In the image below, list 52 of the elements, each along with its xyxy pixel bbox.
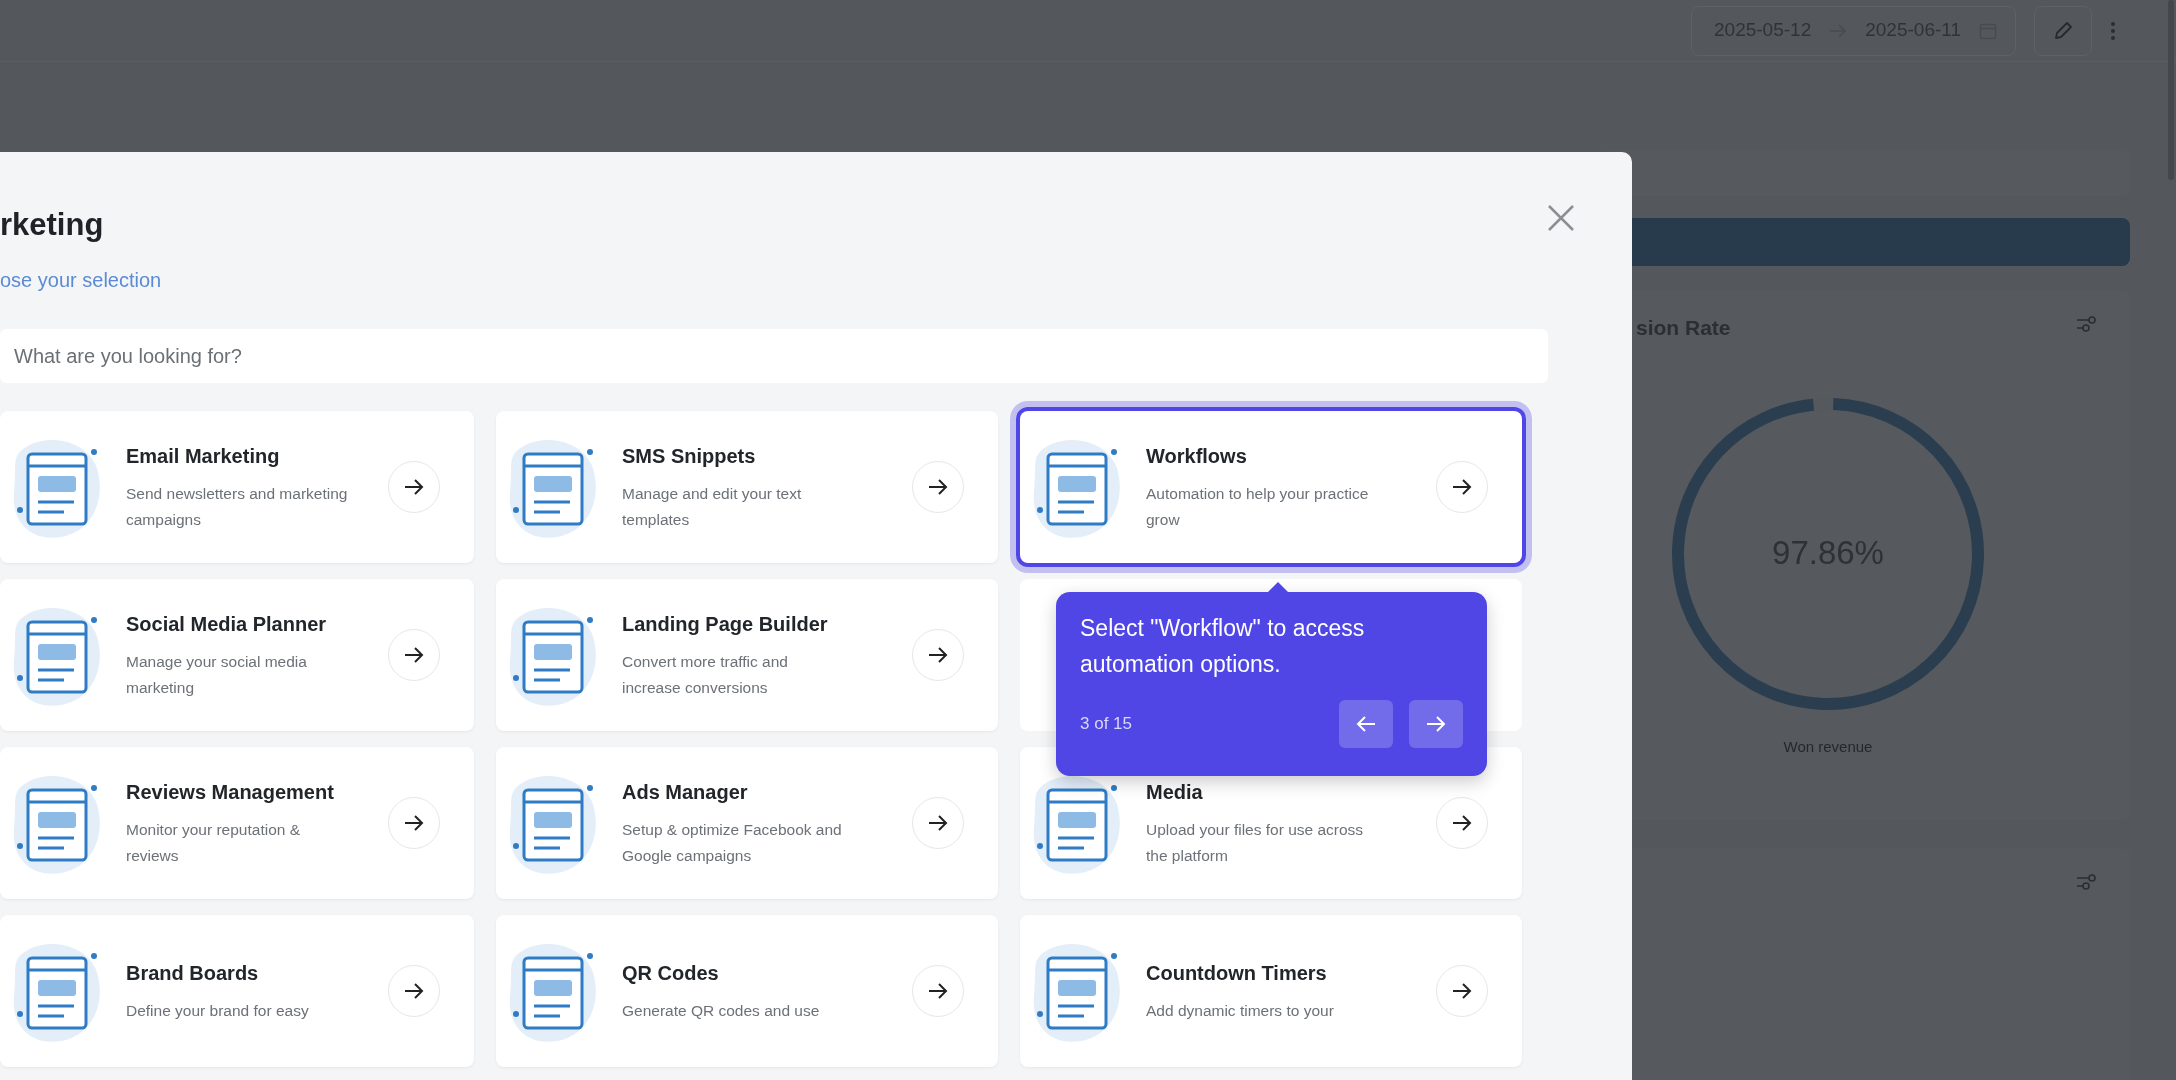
card-title: Countdown Timers (1146, 961, 1328, 987)
option-card[interactable]: Landing Page Builder Convert more traffic and increase conversions (496, 579, 998, 732)
card-title: Workflows (1146, 444, 1248, 470)
arrow-right-icon (928, 646, 948, 665)
option-card[interactable]: SMS Snippets Manage and edit your text templates (496, 411, 998, 564)
card-title: Brand Boards (126, 961, 260, 987)
option-card[interactable]: QR Codes Generate QR codes and use (496, 915, 998, 1068)
arrow-right-icon (404, 646, 424, 665)
card-title: Landing Page Builder (622, 612, 829, 638)
card-title: Media (1146, 780, 1204, 806)
card-description: Setup & optimize Facebook and Google campaigns (622, 820, 843, 867)
next-button[interactable] (1409, 700, 1463, 748)
arrow-right-icon (404, 814, 424, 833)
card-title: SMS Snippets (622, 444, 757, 470)
arrow-right-icon (1426, 715, 1446, 733)
card-title: Email Marketing (126, 444, 281, 470)
arrow-right-icon (1452, 982, 1472, 1001)
option-card[interactable]: Reviews Management Monitor your reputation & reviews (0, 747, 474, 900)
option-card[interactable]: Countdown Timers Add dynamic timers to your (1020, 915, 1522, 1068)
option-card[interactable]: Email Marketing Send newsletters and marketing campaigns (0, 411, 474, 564)
card-title: QR Codes (622, 961, 720, 987)
card-title: Ads Manager (622, 780, 749, 806)
card-description: Automation to help your practice grow (1146, 484, 1370, 531)
arrow-right-icon (404, 982, 424, 1001)
pencil-icon (2052, 19, 2074, 42)
arrow-right-icon (1452, 478, 1472, 497)
arrow-right-icon (928, 478, 948, 497)
card-description: Convert more traffic and increase conversions (622, 652, 789, 699)
search-field[interactable]: What are you looking for? (0, 329, 1548, 384)
card-title: Social Media Planner (126, 612, 328, 638)
arrow-right-icon (928, 982, 948, 1001)
modal-subtitle: ose your selection (0, 268, 163, 294)
arrow-right-icon (404, 478, 424, 497)
card-description: Manage your social media marketing (126, 652, 308, 699)
card-description: Manage and edit your text templates (622, 484, 803, 531)
arrow-right-icon (928, 814, 948, 833)
card-description: Define your brand for easy (126, 1001, 310, 1022)
arrow-left-icon (1356, 715, 1376, 733)
card-description: Generate QR codes and use (622, 1001, 821, 1022)
tooltip-text: Select "Workflow" to access automation options. (1080, 614, 1366, 679)
option-card[interactable]: Social Media Planner Manage your social media marketing (0, 579, 474, 732)
card-title: Reviews Management (126, 780, 335, 806)
option-card[interactable]: Ads Manager Setup & optimize Facebook and Google campaigns (496, 747, 998, 900)
option-card[interactable]: Brand Boards Define your brand for easy (0, 915, 474, 1068)
modal-title: rketing (0, 206, 104, 244)
card-description: Add dynamic timers to your (1146, 1001, 1335, 1022)
step-counter: 3 of 15 (1080, 713, 1132, 736)
previous-button[interactable] (1339, 700, 1393, 748)
card-description: Send newsletters and marketing campaigns (126, 484, 349, 531)
card-description: Upload your files for use across the platform (1146, 820, 1365, 867)
arrow-right-icon (1452, 814, 1472, 833)
card-description: Monitor your reputation & reviews (126, 820, 302, 867)
